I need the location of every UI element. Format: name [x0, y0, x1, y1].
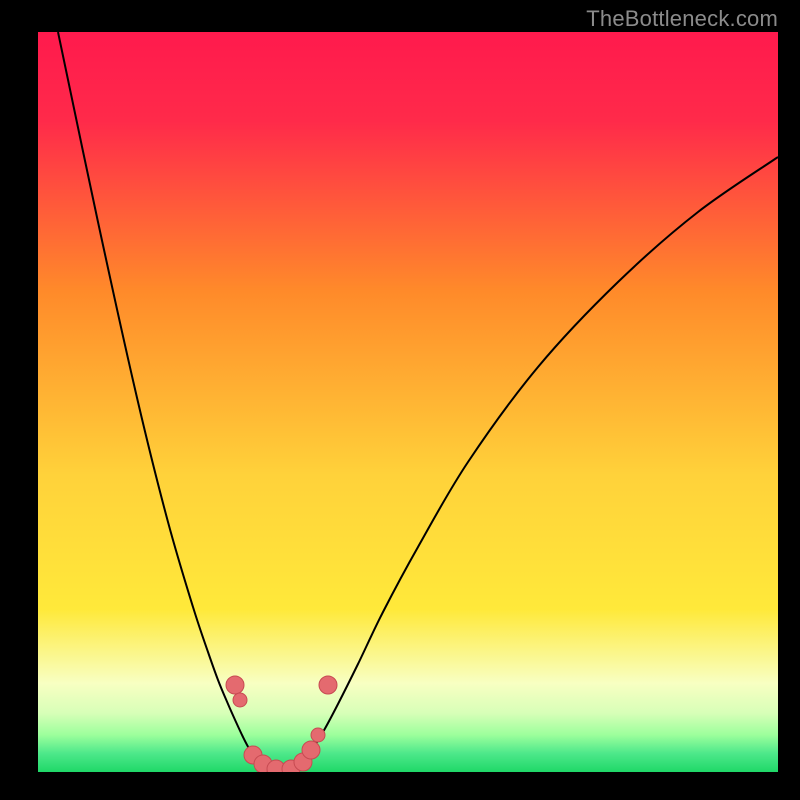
chart-frame: TheBottleneck.com — [0, 0, 800, 800]
watermark-text: TheBottleneck.com — [586, 6, 778, 32]
plot-area — [38, 32, 778, 772]
data-marker — [319, 676, 337, 694]
curve-markers — [226, 676, 337, 772]
data-marker — [311, 728, 325, 742]
data-marker — [233, 693, 247, 707]
curve-right-branch — [283, 157, 778, 770]
data-marker — [226, 676, 244, 694]
curve-layer — [38, 32, 778, 772]
curve-left-branch — [58, 32, 283, 770]
data-marker — [302, 741, 320, 759]
